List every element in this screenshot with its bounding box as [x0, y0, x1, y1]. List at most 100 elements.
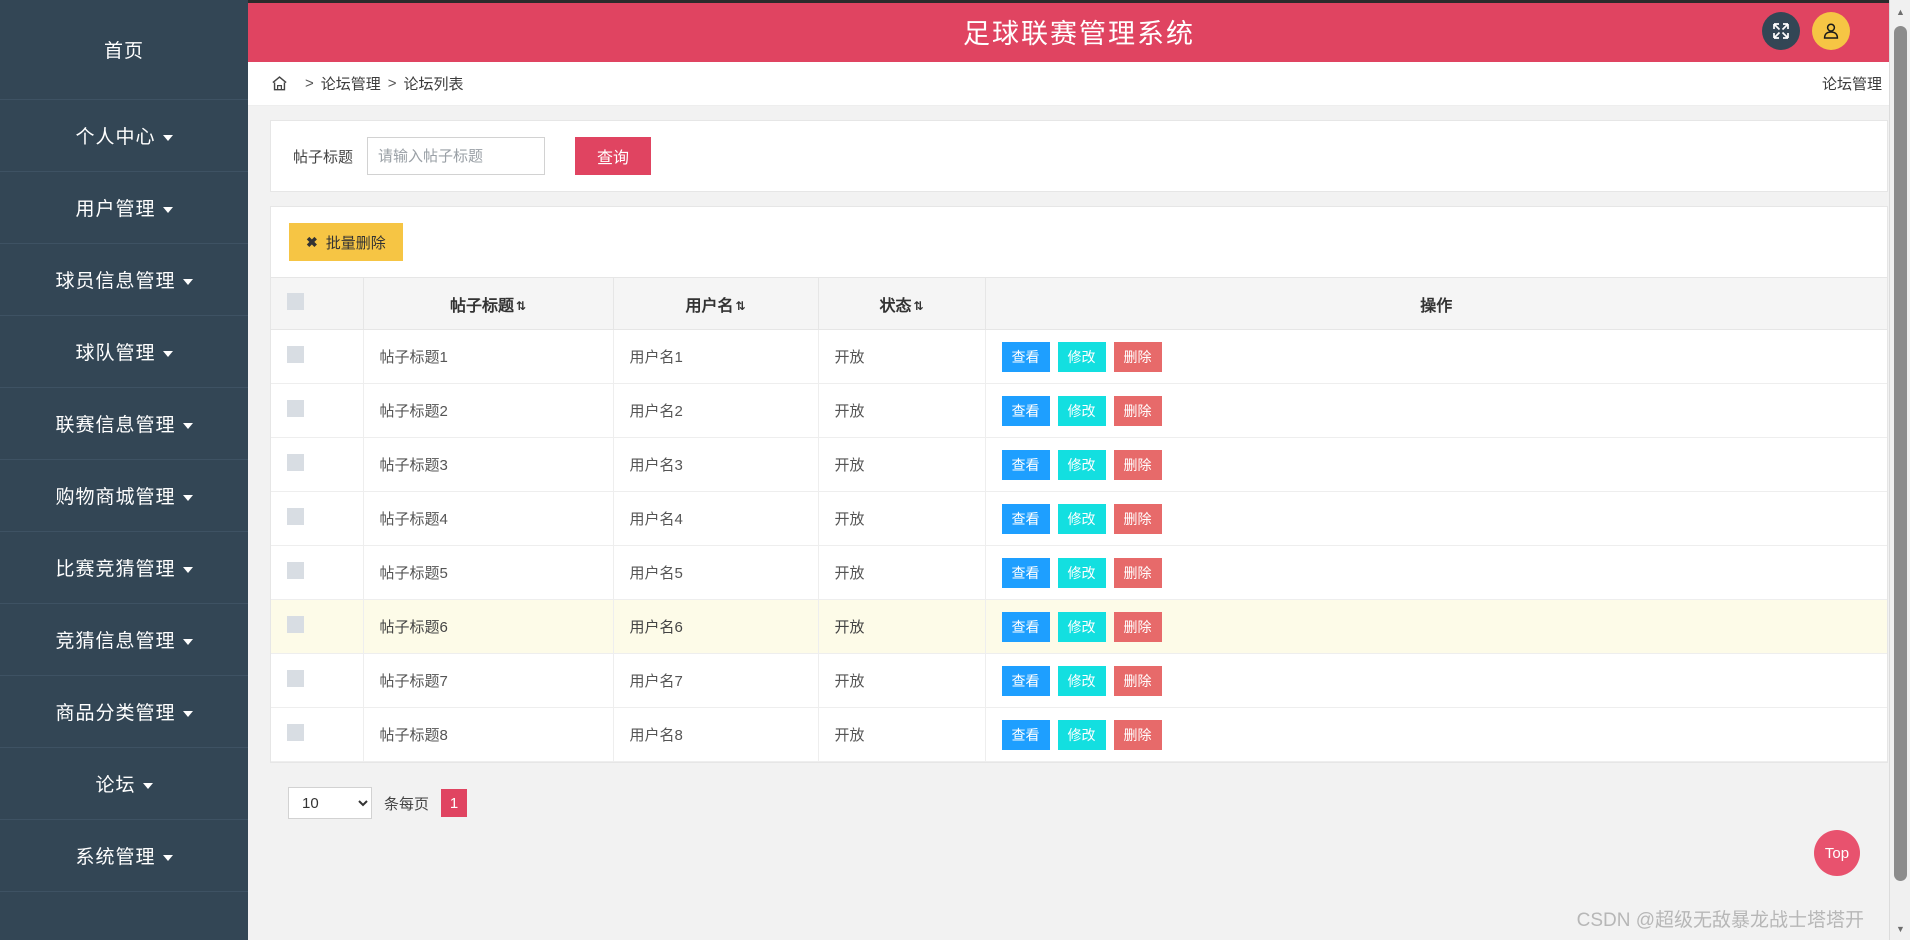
row-checkbox[interactable] [287, 346, 304, 363]
chevron-down-icon [162, 134, 173, 141]
sidebar-item-5[interactable]: 联赛信息管理 [0, 388, 248, 460]
sidebar-item-label: 竞猜信息管理 [55, 631, 176, 652]
sidebar-item-label: 用户管理 [75, 199, 156, 220]
sidebar-item-11[interactable]: 系统管理 [0, 820, 248, 892]
edit-button[interactable]: 修改 [1057, 665, 1106, 696]
row-checkbox[interactable] [287, 508, 304, 525]
chevron-down-icon [182, 566, 193, 573]
row-checkbox[interactable] [287, 562, 304, 579]
scroll-up-icon[interactable]: ▲ [1890, 2, 1910, 21]
app-header: 足球联赛管理系统 [248, 0, 1910, 62]
sidebar-item-4[interactable]: 球队管理 [0, 316, 248, 388]
sidebar-item-7[interactable]: 比赛竞猜管理 [0, 532, 248, 604]
view-button[interactable]: 查看 [1001, 395, 1050, 426]
table-panel: ✖ 批量删除 帖子标题 ⇅ 用户名 ⇅ 状态 ⇅ 操作 帖子标题1 用户名1 开放 查看 修改 删除帖… [270, 206, 1888, 763]
breadcrumb-separator-2: > [387, 75, 397, 92]
table-row[interactable]: 帖子标题5 用户名5 开放 查看 修改 删除 [271, 545, 1887, 600]
edit-button[interactable]: 修改 [1057, 449, 1106, 480]
bulk-delete-button[interactable]: ✖ 批量删除 [289, 223, 403, 261]
sort-toggle-icon[interactable]: ⇅ [913, 300, 923, 312]
sort-toggle-icon[interactable]: ⇅ [516, 300, 526, 312]
row-checkbox[interactable] [287, 670, 304, 687]
sidebar-item-2[interactable]: 用户管理 [0, 172, 248, 244]
delete-button[interactable]: 删除 [1113, 503, 1162, 534]
per-page-label: 条每页 [384, 795, 430, 813]
edit-button[interactable]: 修改 [1057, 395, 1106, 426]
delete-button[interactable]: 删除 [1113, 719, 1162, 750]
edit-button[interactable]: 修改 [1057, 503, 1106, 534]
sidebar-item-6[interactable]: 购物商城管理 [0, 460, 248, 532]
row-action-group: 查看 修改 删除 [1001, 719, 1872, 750]
edit-button[interactable]: 修改 [1057, 557, 1106, 588]
watermark-text: CSDN @超级无敌暴龙战士塔塔开 [1576, 910, 1864, 931]
edit-button[interactable]: 修改 [1057, 341, 1106, 372]
table-col-header-4: 操作 [985, 277, 1887, 330]
view-button[interactable]: 查看 [1001, 665, 1050, 696]
sidebar-item-8[interactable]: 竞猜信息管理 [0, 604, 248, 676]
row-select-cell [271, 329, 364, 384]
user-menu-button[interactable] [1812, 12, 1850, 50]
table-row[interactable]: 帖子标题7 用户名7 开放 查看 修改 删除 [271, 653, 1887, 708]
edit-button[interactable]: 修改 [1057, 611, 1106, 642]
cell-user: 用户名5 [613, 545, 819, 600]
fullscreen-button[interactable] [1762, 12, 1800, 50]
cell-state: 开放 [818, 599, 986, 654]
scroll-to-top-button[interactable]: Top [1814, 830, 1860, 876]
delete-button[interactable]: 删除 [1113, 557, 1162, 588]
vertical-scrollbar[interactable]: ▲ ▼ [1889, 0, 1910, 940]
edit-button[interactable]: 修改 [1057, 719, 1106, 750]
close-icon: ✖ [306, 233, 318, 250]
row-select-cell [271, 545, 364, 600]
cell-title: 帖子标题7 [363, 653, 614, 708]
cell-state: 开放 [818, 383, 986, 438]
app-root: 首页 个人中心用户管理球员信息管理 球队管理 联赛信息管理 购物商城管理 比赛竞猜管理竞猜… [0, 0, 1910, 940]
row-checkbox[interactable] [287, 400, 304, 417]
cell-user: 用户名1 [613, 329, 819, 384]
delete-button[interactable]: 删除 [1113, 341, 1162, 372]
table-col-header-3[interactable]: 状态 ⇅ [818, 277, 986, 330]
breadcrumb-item-0[interactable]: 论坛管理 [321, 73, 381, 94]
delete-button[interactable]: 删除 [1113, 395, 1162, 426]
table-col-header-1[interactable]: 帖子标题 ⇅ [363, 277, 614, 330]
scroll-down-icon[interactable]: ▼ [1890, 919, 1910, 938]
delete-button[interactable]: 删除 [1113, 449, 1162, 480]
search-label: 帖子标题 [293, 148, 354, 166]
view-button[interactable]: 查看 [1001, 557, 1050, 588]
select-all-checkbox[interactable] [287, 292, 304, 310]
view-button[interactable]: 查看 [1001, 719, 1050, 750]
table-col-header-2[interactable]: 用户名 ⇅ [613, 277, 819, 330]
row-checkbox[interactable] [287, 616, 304, 633]
content-area: 帖子标题 查询 ✖ 批量删除 帖子标题⇅用户名⇅状态⇅操作 [248, 106, 1910, 940]
page-button-1[interactable]: 1 [441, 789, 468, 817]
view-button[interactable]: 查看 [1001, 503, 1050, 534]
table-row[interactable]: 帖子标题6 用户名6 开放 查看 修改 删除 [271, 599, 1887, 654]
view-button[interactable]: 查看 [1001, 611, 1050, 642]
query-button[interactable]: 查询 [575, 137, 652, 175]
view-button[interactable]: 查看 [1001, 449, 1050, 480]
table-row[interactable]: 帖子标题3 用户名3 开放 查看 修改 删除 [271, 437, 1887, 492]
page-size-select[interactable]: 102050100 [288, 787, 372, 819]
row-select-cell [271, 653, 364, 708]
table-row[interactable]: 帖子标题8 用户名8 开放 查看 修改 删除 [271, 707, 1887, 762]
row-checkbox[interactable] [287, 724, 304, 741]
delete-button[interactable]: 删除 [1113, 665, 1162, 696]
scrollbar-thumb[interactable] [1894, 26, 1907, 881]
sidebar-item-9[interactable]: 商品分类管理 [0, 676, 248, 748]
breadcrumb-item-1[interactable]: 论坛列表 [404, 73, 464, 94]
home-icon[interactable] [270, 74, 289, 93]
row-action-group: 查看 修改 删除 [1001, 449, 1872, 480]
table-row[interactable]: 帖子标题1 用户名1 开放 查看 修改 删除 [271, 329, 1887, 384]
sort-toggle-icon[interactable]: ⇅ [735, 300, 745, 312]
sidebar-item-1[interactable]: 个人中心 [0, 100, 248, 172]
delete-button[interactable]: 删除 [1113, 611, 1162, 642]
sidebar-item-3[interactable]: 球员信息管理 [0, 244, 248, 316]
view-button[interactable]: 查看 [1001, 341, 1050, 372]
pagination: 102050100 条每页 1 [270, 777, 1888, 819]
row-checkbox[interactable] [287, 454, 304, 471]
table-row[interactable]: 帖子标题4 用户名4 开放 查看 修改 删除 [271, 491, 1887, 546]
search-input[interactable] [367, 137, 546, 175]
table-row[interactable]: 帖子标题2 用户名2 开放 查看 修改 删除 [271, 383, 1887, 438]
breadcrumb-right-label: 论坛管理 [1821, 76, 1882, 93]
sidebar-item-10[interactable]: 论坛 [0, 748, 248, 820]
sidebar-item-0[interactable]: 首页 [0, 0, 248, 100]
